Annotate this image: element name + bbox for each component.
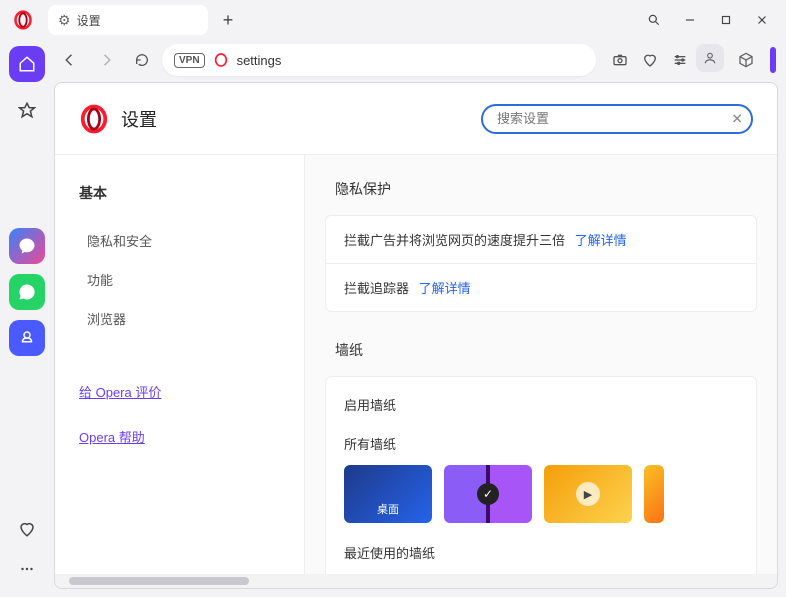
opera-logo-icon bbox=[6, 3, 40, 37]
heart-button[interactable] bbox=[9, 511, 45, 547]
settings-title: 设置 bbox=[121, 106, 157, 132]
window-close-button[interactable] bbox=[744, 2, 780, 38]
url-text: settings bbox=[237, 53, 282, 68]
thumb-label: 桌面 bbox=[377, 501, 399, 523]
reload-button[interactable] bbox=[126, 44, 158, 76]
window-maximize-button[interactable] bbox=[708, 2, 744, 38]
settings-search-input[interactable] bbox=[481, 104, 753, 134]
messenger-button[interactable] bbox=[9, 228, 45, 264]
card-row-text: 拦截广告并将浏览网页的速度提升三倍 bbox=[344, 233, 565, 248]
settings-header: 设置 ✕ bbox=[55, 83, 777, 155]
sidebar-item-features[interactable]: 功能 bbox=[79, 260, 280, 299]
profile-button[interactable] bbox=[696, 44, 724, 72]
scrollbar-thumb[interactable] bbox=[69, 577, 249, 585]
section-title-wallpaper: 墙纸 bbox=[305, 340, 777, 376]
browser-tab[interactable]: ⚙ 设置 bbox=[48, 5, 208, 35]
home-button[interactable] bbox=[9, 46, 45, 82]
sidebar-item-privacy[interactable]: 隐私和安全 bbox=[79, 221, 280, 260]
extensions-button[interactable] bbox=[732, 46, 760, 74]
sidebar-heading: 基本 bbox=[79, 183, 280, 203]
check-icon: ✓ bbox=[477, 483, 499, 505]
snapshot-button[interactable] bbox=[606, 44, 634, 76]
wallpaper-thumb-more[interactable] bbox=[644, 465, 664, 523]
forward-button[interactable] bbox=[90, 44, 122, 76]
card-row-adblock[interactable]: 拦截广告并将浏览网页的速度提升三倍 了解详情 bbox=[326, 216, 756, 263]
horizontal-scrollbar[interactable] bbox=[55, 574, 777, 588]
tab-title: 设置 bbox=[77, 12, 101, 29]
settings-page: 设置 ✕ 基本 隐私和安全 功能 浏览器 给 Opera 评价 Opera 帮助… bbox=[54, 82, 778, 589]
new-tab-button[interactable]: + bbox=[214, 6, 242, 34]
opera-url-icon bbox=[213, 52, 229, 68]
card-row-tracker[interactable]: 拦截追踪器 了解详情 bbox=[326, 263, 756, 311]
section-title-privacy: 隐私保护 bbox=[305, 179, 777, 215]
sidebar-link-help[interactable]: Opera 帮助 bbox=[79, 423, 280, 450]
sidebar-item-browser[interactable]: 浏览器 bbox=[79, 299, 280, 338]
wallpaper-thumb-selected[interactable]: ✓ bbox=[444, 465, 532, 523]
learn-more-link[interactable]: 了解详情 bbox=[419, 281, 471, 296]
settings-main-pane: 隐私保护 拦截广告并将浏览网页的速度提升三倍 了解详情 拦截追踪器 了解详情 墙… bbox=[305, 155, 777, 588]
window-minimize-button[interactable] bbox=[672, 2, 708, 38]
wallpaper-enable-row[interactable]: 启用墙纸 bbox=[344, 395, 738, 414]
sidebar-indicator bbox=[770, 47, 776, 73]
wallpaper-recent-label: 最近使用的墙纸 bbox=[344, 543, 738, 562]
workspace-button[interactable] bbox=[9, 320, 45, 356]
card-row-text: 拦截追踪器 bbox=[344, 281, 409, 296]
wallpaper-card: 启用墙纸 所有墙纸 桌面 ✓ ▶ 最近使用的墙纸 bbox=[325, 376, 757, 581]
address-bar-row: VPN settings bbox=[0, 40, 786, 80]
global-search-button[interactable] bbox=[636, 2, 672, 38]
gear-icon: ⚙ bbox=[58, 12, 71, 29]
whatsapp-button[interactable] bbox=[9, 274, 45, 310]
address-bar[interactable]: VPN settings bbox=[162, 44, 596, 76]
more-button[interactable] bbox=[9, 551, 45, 587]
window-titlebar: ⚙ 设置 + bbox=[0, 0, 786, 40]
learn-more-link[interactable]: 了解详情 bbox=[575, 233, 627, 248]
back-button[interactable] bbox=[54, 44, 86, 76]
wallpaper-thumb-animated[interactable]: ▶ bbox=[544, 465, 632, 523]
settings-sidebar: 基本 隐私和安全 功能 浏览器 给 Opera 评价 Opera 帮助 bbox=[55, 155, 305, 588]
wallpaper-thumb-desktop[interactable]: 桌面 bbox=[344, 465, 432, 523]
clear-search-icon[interactable]: ✕ bbox=[731, 110, 743, 127]
favorite-heart-button[interactable] bbox=[636, 44, 664, 76]
wallpaper-all-label: 所有墙纸 bbox=[344, 434, 738, 453]
play-icon: ▶ bbox=[576, 482, 600, 506]
sidebar-link-rate[interactable]: 给 Opera 评价 bbox=[79, 378, 280, 405]
left-rail bbox=[0, 40, 54, 597]
vpn-badge[interactable]: VPN bbox=[174, 53, 205, 68]
bookmarks-button[interactable] bbox=[9, 92, 45, 128]
settings-opera-logo-icon bbox=[79, 104, 109, 134]
privacy-card: 拦截广告并将浏览网页的速度提升三倍 了解详情 拦截追踪器 了解详情 bbox=[325, 215, 757, 312]
easy-setup-button[interactable] bbox=[666, 44, 694, 76]
